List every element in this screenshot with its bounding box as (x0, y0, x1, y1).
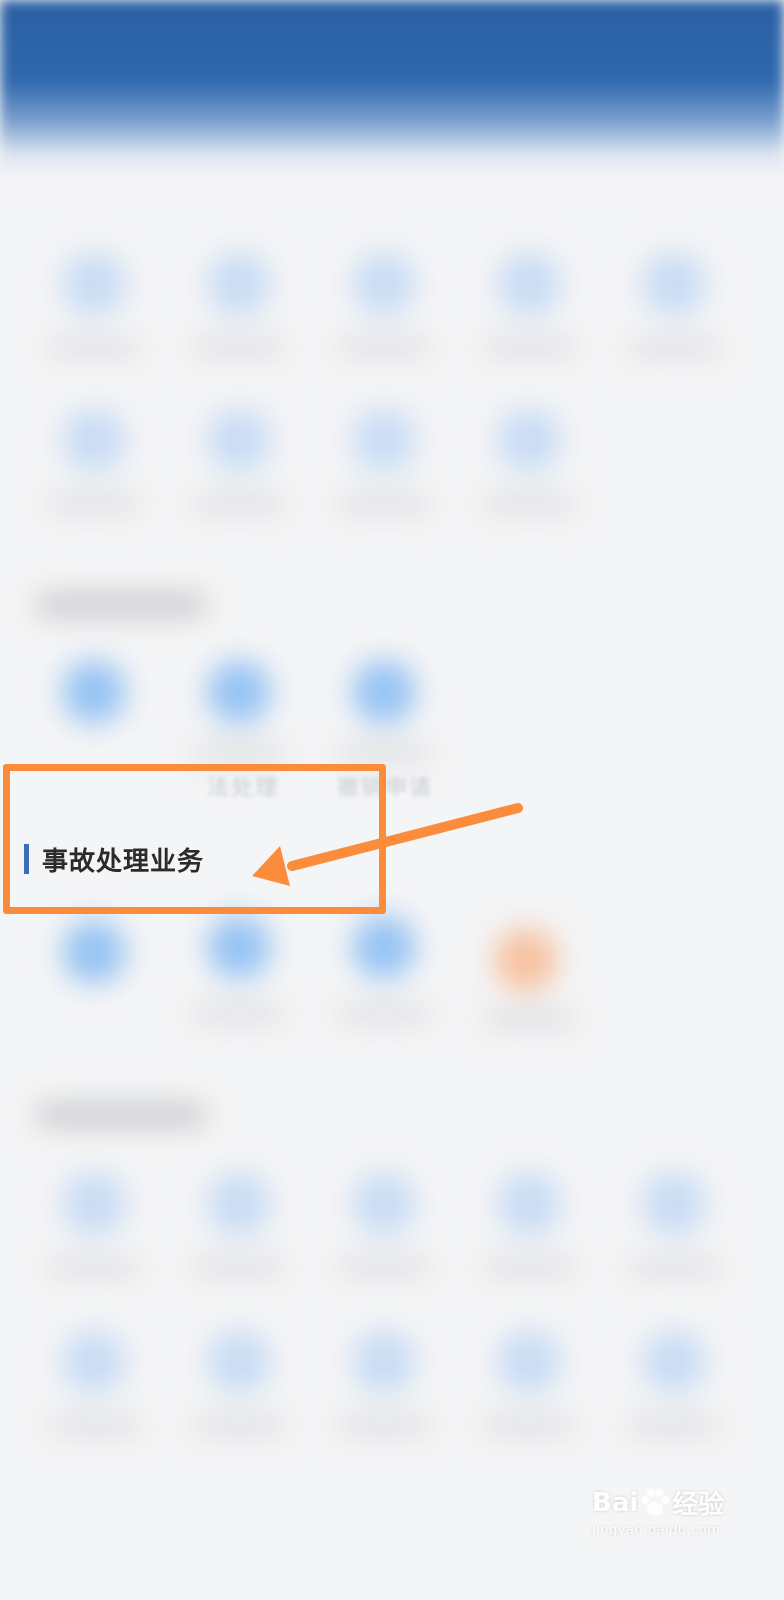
paw-icon (641, 1488, 670, 1516)
baidu-jingyan-watermark: Bai 经验 jingyan.baidu.com (592, 1484, 762, 1564)
watermark-url: jingyan.baidu.com (592, 1523, 721, 1538)
watermark-brand-right: 经验 (672, 1490, 725, 1520)
arrow-icon (252, 803, 523, 886)
watermark-brand-left: Bai (592, 1487, 639, 1518)
